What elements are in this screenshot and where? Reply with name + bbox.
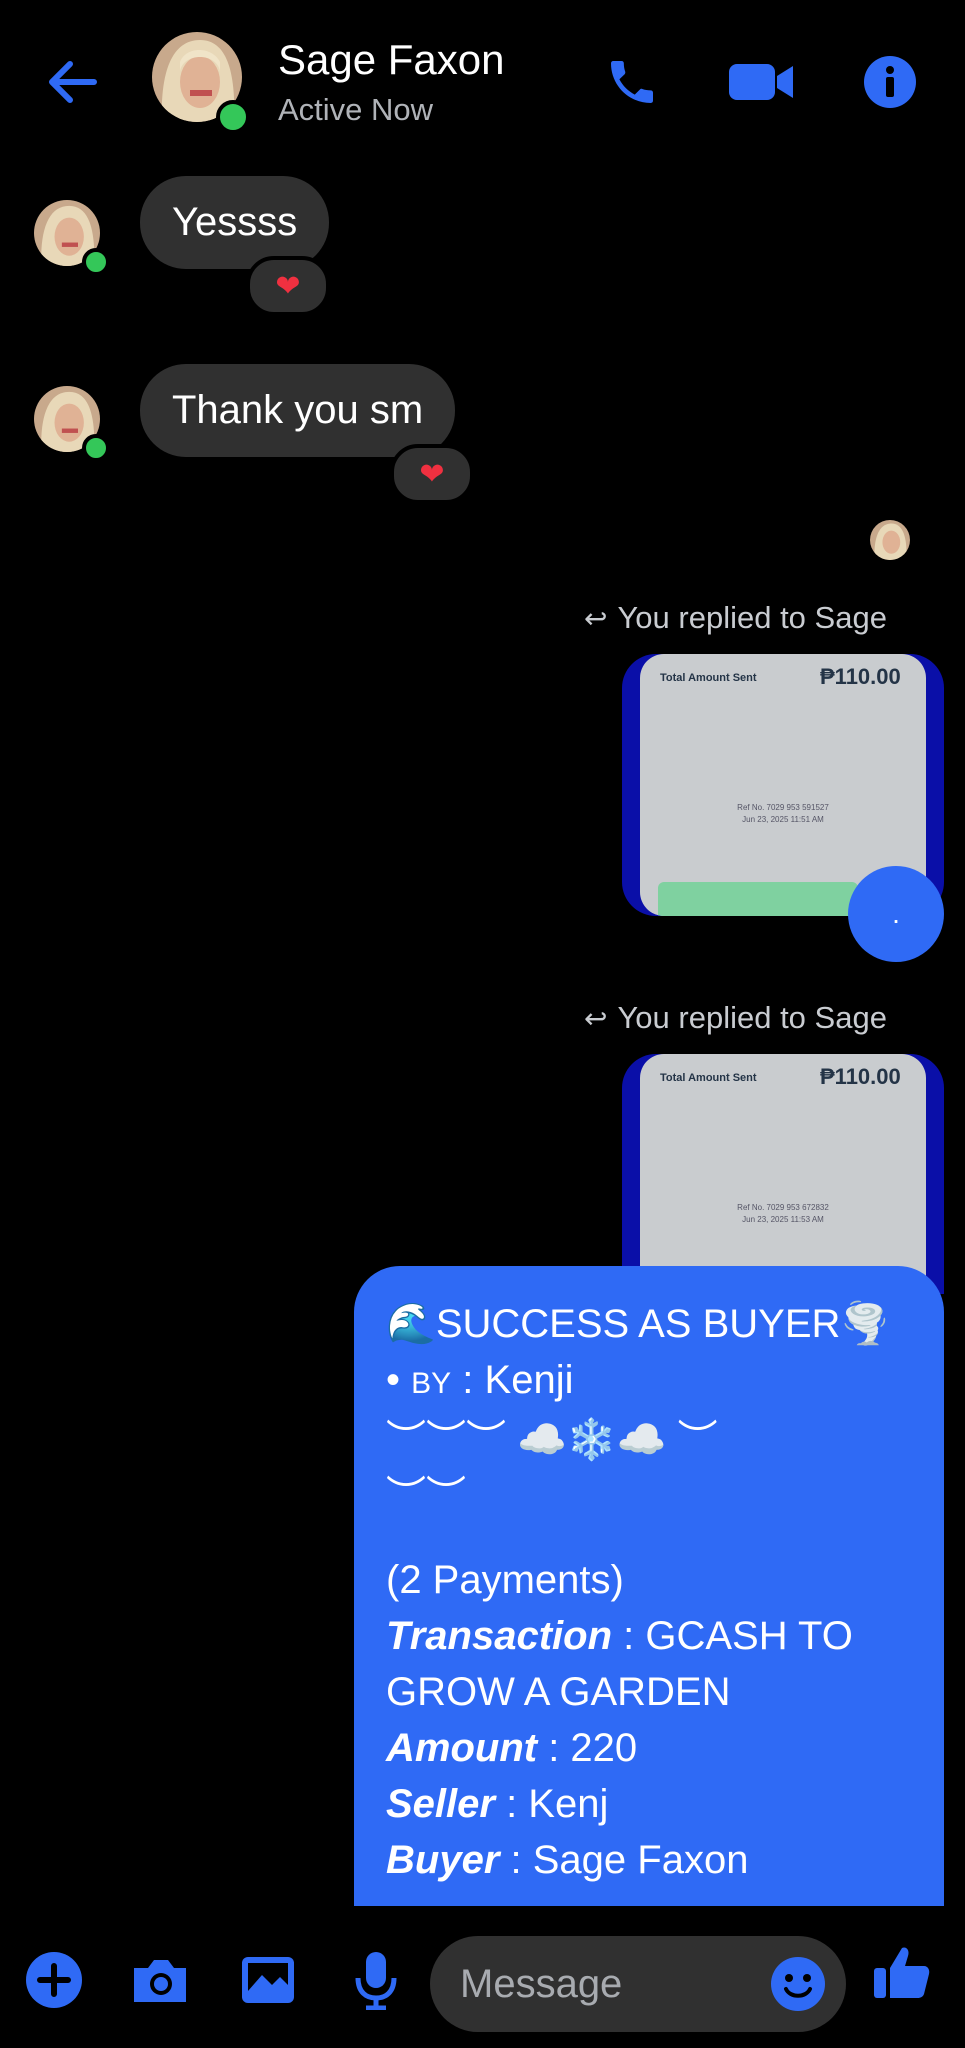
card-transaction: Transaction : GCASH TO GROW A GARDEN xyxy=(386,1614,853,1714)
online-indicator xyxy=(82,248,110,276)
card-title-line: 🌊SUCCESS AS BUYER🌪️ xyxy=(386,1302,891,1346)
back-button[interactable] xyxy=(44,56,104,108)
card-by-line: • BY : Kenji xyxy=(386,1358,574,1402)
receipt-ref: Ref No. 7029 953 672832 Jun 23, 2025 11:… xyxy=(737,1203,829,1224)
image-icon xyxy=(242,1957,294,2003)
card-buyer: Buyer : Sage Faxon xyxy=(386,1838,749,1882)
receipt-amount: ₱110.00 xyxy=(820,664,901,689)
phone-icon xyxy=(611,61,653,103)
receipt-banner xyxy=(658,882,858,916)
receipt-title: Total Amount Sent xyxy=(660,672,757,684)
message-bubble[interactable]: . xyxy=(848,866,944,962)
receipt-title: Total Amount Sent xyxy=(660,1072,757,1084)
info-button[interactable] xyxy=(860,52,920,112)
voice-message-button[interactable] xyxy=(344,1948,408,2012)
wave-icon: 🌊 xyxy=(386,1302,436,1346)
card-decor-line: ︶︶︶ ☁️❄️☁️ ︶ xyxy=(386,1418,718,1462)
add-button[interactable] xyxy=(22,1948,86,2012)
receipt-preview: Total Amount Sent ₱110.00 Ref No. 7029 9… xyxy=(640,1054,926,1294)
like-button[interactable] xyxy=(870,1940,934,2004)
seen-avatar xyxy=(870,520,910,560)
avatar-photo xyxy=(870,520,910,560)
receipt-ref: Ref No. 7029 953 591527 Jun 23, 2025 11:… xyxy=(737,803,829,824)
online-indicator xyxy=(216,100,250,134)
info-icon xyxy=(864,56,916,108)
gallery-button[interactable] xyxy=(236,1948,300,2012)
camera-button[interactable] xyxy=(128,1948,192,2012)
outgoing-message-card[interactable]: 🌊SUCCESS AS BUYER🌪️ • BY : Kenji ︶︶︶ ☁️❄… xyxy=(354,1266,944,1906)
online-indicator xyxy=(82,434,110,462)
message-bubble[interactable]: Thank you sm xyxy=(140,364,456,457)
camera-icon xyxy=(134,1960,186,2002)
reaction-badge[interactable]: ❤ xyxy=(390,444,474,504)
contact-name[interactable]: Sage Faxon xyxy=(278,36,505,84)
emoji-button[interactable] xyxy=(766,1952,830,2016)
reply-label: ↩ You replied to Sage xyxy=(584,1000,887,1035)
card-decor-line: ︶︶ xyxy=(386,1474,466,1518)
reaction-badge[interactable]: ❤ xyxy=(246,256,330,316)
reply-label: ↩ You replied to Sage xyxy=(584,600,887,635)
reply-arrow-icon: ↩ xyxy=(584,602,608,634)
card-seller: Seller : Kenj xyxy=(386,1782,609,1826)
microphone-icon xyxy=(355,1952,397,2010)
card-amount: Amount : 220 xyxy=(386,1726,638,1770)
heart-icon: ❤ xyxy=(275,269,301,303)
receipt-amount: ₱110.00 xyxy=(820,1064,901,1089)
smiley-icon xyxy=(771,1957,825,2011)
heart-icon: ❤ xyxy=(419,457,445,491)
contact-status: Active Now xyxy=(278,92,434,127)
video-camera-icon xyxy=(729,64,793,100)
arrow-left-icon xyxy=(49,61,97,103)
message-placeholder: Message xyxy=(460,1961,623,2006)
reply-arrow-icon: ↩ xyxy=(584,1002,608,1034)
voice-call-button[interactable] xyxy=(602,52,662,112)
plus-circle-icon xyxy=(26,1952,82,2008)
reply-image[interactable]: Total Amount Sent ₱110.00 Ref No. 7029 9… xyxy=(622,1054,944,1294)
video-call-button[interactable] xyxy=(728,52,796,112)
thumbs-up-icon xyxy=(874,1947,930,1998)
tornado-icon: 🌪️ xyxy=(840,1302,891,1346)
card-payments: (2 Payments) xyxy=(386,1558,624,1602)
